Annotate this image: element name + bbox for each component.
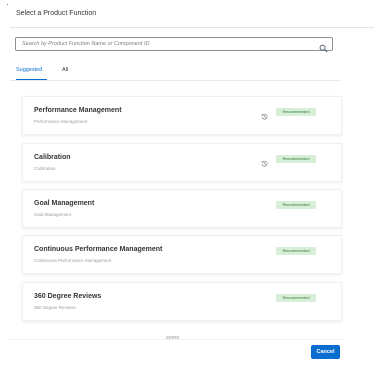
list-item[interactable]: Goal Management Goal Management Recommen… [22,189,342,228]
recommended-badge: Recommended [276,294,316,302]
list-item[interactable]: Performance Management Performance Manag… [22,96,342,135]
cancel-button[interactable]: Cancel [311,345,340,359]
item-title: Continuous Performance Management [34,246,163,253]
title-divider [10,27,374,28]
tabs-divider [10,80,341,81]
item-subtitle: Calibration [34,166,56,171]
search-field[interactable]: Search by Product Function Name or Compo… [15,37,333,53]
tab-all[interactable]: All [62,67,68,73]
item-subtitle: Continuous Performance Management [34,258,112,263]
recommended-badge: Recommended [276,155,316,163]
search-icon[interactable] [319,40,328,53]
recommended-badge: Recommended [276,201,316,209]
recommended-badge: Recommended [276,108,316,116]
item-title: Goal Management [34,200,95,207]
item-title: 360 Degree Reviews [34,293,102,300]
footer-divider [10,339,344,340]
list-item[interactable]: 360 Degree Reviews 360 Degree Reviews Re… [22,282,342,321]
item-title: Calibration [34,154,71,161]
corner-dot [7,4,8,5]
history-icon [261,107,268,120]
product-function-dialog: Select a Product Function Search by Prod… [0,0,384,388]
list-item[interactable]: Continuous Performance Management Contin… [22,235,342,274]
item-subtitle: Goal Management [34,212,72,217]
history-icon [261,154,268,167]
item-subtitle: Performance Management [34,119,88,124]
tab-suggested[interactable]: Suggested [16,67,42,73]
item-title: Performance Management [34,107,122,114]
dialog-title: Select a Product Function [16,10,97,17]
item-subtitle: 360 Degree Reviews [34,305,76,310]
recommended-badge: Recommended [276,247,316,255]
list-item[interactable]: Calibration Calibration Recommended [22,143,342,182]
search-input[interactable]: Search by Product Function Name or Compo… [22,41,149,47]
